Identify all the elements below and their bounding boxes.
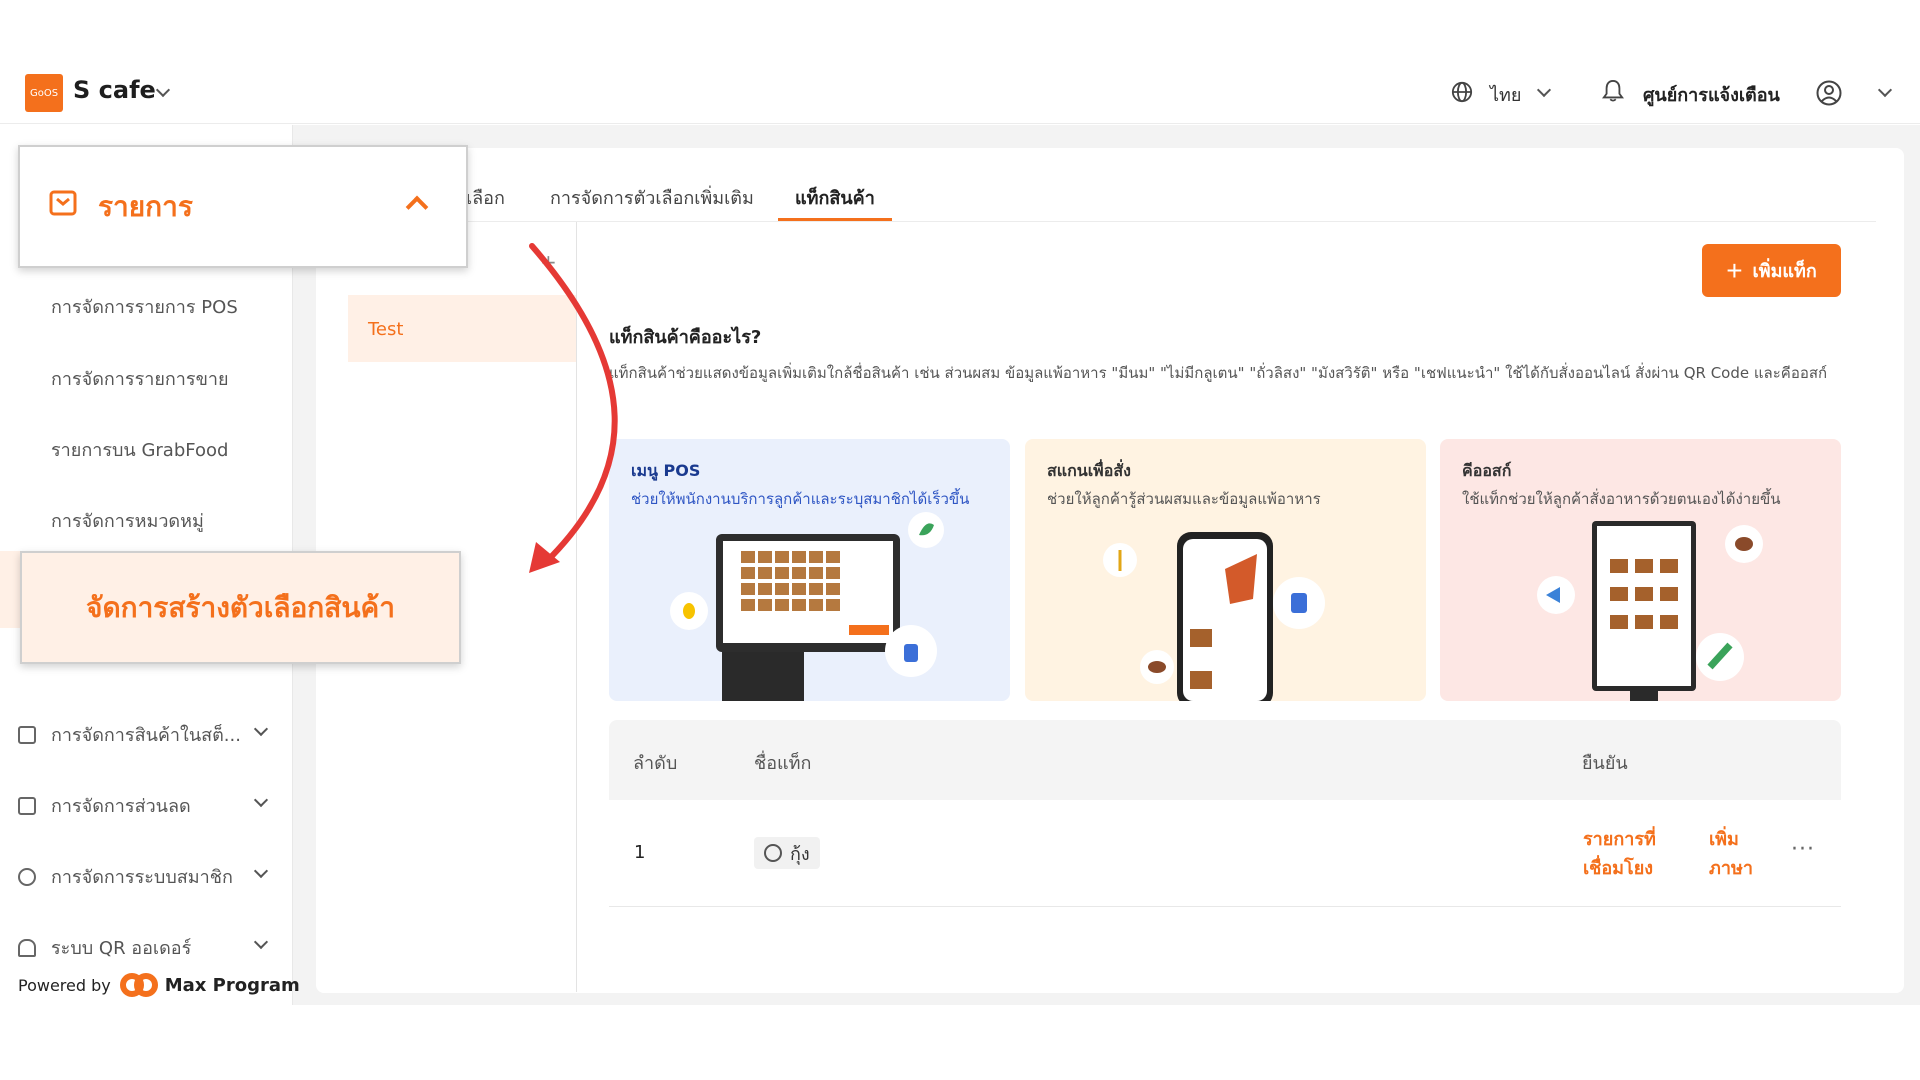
list-item[interactable]: Test [348, 295, 576, 362]
column-header-index: ลำดับ [633, 753, 678, 774]
card-title: คีออสก์ [1462, 461, 1512, 480]
language-selector[interactable]: ไทย [1490, 80, 1521, 109]
tab-extra-options[interactable]: การจัดการตัวเลือกเพิ่มเติม [550, 183, 754, 212]
info-description: แท็กสินค้าช่วยแสดงข้อมูลเพิ่มเติมใกล้ชื่… [609, 364, 1828, 382]
card-title: สแกนเพื่อสั่ง [1047, 461, 1131, 480]
card-description: ช่วยให้พนักงานบริการลูกค้าและระบุสมาชิกไ… [631, 490, 970, 508]
tag-chip: กุ้ง [754, 837, 820, 869]
sidebar-group-label: การจัดการสินค้าในสต็... [51, 725, 241, 746]
info-title: แท็กสินค้าคืออะไร? [609, 327, 762, 348]
link-line: ภาษา [1709, 858, 1753, 879]
chevron-down-icon[interactable] [155, 82, 171, 98]
card-title: เมนู POS [631, 461, 701, 480]
user-icon[interactable] [1816, 80, 1842, 106]
coupon-icon [18, 796, 36, 815]
chevron-down-icon[interactable] [1536, 82, 1552, 98]
sidebar-group-label: การจัดการส่วนลด [51, 796, 191, 817]
card-description: ช่วยให้ลูกค้ารู้ส่วนผสมและข้อมูลแพ้อาหาร [1047, 490, 1321, 508]
link-line: เชื่อมโยง [1583, 858, 1654, 879]
active-tab-indicator [778, 218, 892, 221]
powered-by-label: Powered by [18, 975, 111, 995]
row-index: 1 [634, 842, 646, 863]
sidebar-group-stock[interactable]: การจัดการสินค้าในสต็... [18, 720, 241, 749]
callout-menu-label: รายการ [98, 190, 193, 223]
feature-card-pos: เมนู POS ช่วยให้พนักงานบริการลูกค้าและระ… [609, 439, 1010, 701]
add-tag-button-label: เพิ่มแท็ก [1752, 261, 1817, 281]
add-tag-button[interactable]: + เพิ่มแท็ก [1702, 244, 1841, 297]
brand-name: Max Program [164, 974, 300, 996]
column-header-tag-name: ชื่อแท็ก [754, 753, 812, 774]
tab-product-tags[interactable]: แท็กสินค้า [795, 183, 875, 212]
sidebar-group-label: การจัดการระบบสมาชิก [51, 867, 233, 888]
add-list-icon[interactable]: + [540, 250, 557, 274]
callout-option-label: จัดการสร้างตัวเลือกสินค้า [86, 590, 395, 624]
top-header: GoOS S cafe ไทย ศูนย์การแจ้งเตือน [0, 62, 1920, 124]
link-line: เพิ่ม [1709, 829, 1739, 850]
list-divider [576, 222, 577, 992]
feature-card-scan-to-order: สแกนเพื่อสั่ง ช่วยให้ลูกค้ารู้ส่วนผสมและ… [1025, 439, 1426, 701]
sidebar-item-grabfood[interactable]: รายการบน GrabFood [51, 435, 228, 464]
menu-box-icon [49, 190, 77, 216]
service-bell-icon [18, 938, 36, 957]
chevron-down-icon[interactable] [1877, 82, 1893, 98]
linked-items-link[interactable]: รายการที่ เชื่อมโยง [1583, 825, 1656, 883]
tabs-divider [316, 221, 1876, 222]
more-actions-icon[interactable]: ··· [1791, 837, 1815, 862]
more-circle-icon [764, 844, 782, 862]
tag-chip-label: กุ้ง [790, 843, 810, 865]
powered-by: Powered by Max Program [18, 972, 300, 998]
card-description: ใช้แท็กช่วยให้ลูกค้าสั่งอาหารด้วยตนเองได… [1462, 490, 1781, 508]
notification-center-link[interactable]: ศูนย์การแจ้งเตือน [1643, 80, 1780, 109]
plus-icon: + [1726, 254, 1743, 286]
sidebar-active-indicator [0, 551, 20, 628]
sidebar-group-qr-order[interactable]: ระบบ QR ออเดอร์ [18, 933, 191, 962]
feature-card-kiosk: คีออสก์ ใช้แท็กช่วยให้ลูกค้าสั่งอาหารด้ว… [1440, 439, 1841, 701]
table-header: ลำดับ ชื่อแท็ก ยืนยัน [609, 720, 1841, 800]
sidebar-item-sales-menu[interactable]: การจัดการรายการขาย [51, 364, 229, 393]
callout-option-management[interactable]: จัดการสร้างตัวเลือกสินค้า [20, 551, 461, 664]
app-logo: GoOS [25, 74, 63, 112]
globe-icon[interactable] [1451, 81, 1473, 103]
shop-name[interactable]: S cafe [73, 76, 156, 104]
sidebar-item-pos-menu[interactable]: การจัดการรายการ POS [51, 292, 238, 321]
sidebar-group-label: ระบบ QR ออเดอร์ [51, 938, 192, 959]
bell-icon[interactable] [1602, 79, 1624, 103]
chevron-up-icon [405, 195, 429, 219]
warehouse-icon [18, 725, 36, 744]
link-line: รายการที่ [1583, 829, 1656, 850]
app-logo-text: GoOS [29, 87, 59, 99]
sidebar-item-categories[interactable]: การจัดการหมวดหมู่ [51, 506, 204, 535]
column-header-confirm: ยืนยัน [1582, 753, 1628, 774]
add-language-link[interactable]: เพิ่ม ภาษา [1709, 825, 1753, 883]
tab-options[interactable]: เลือก [466, 183, 505, 212]
member-icon [18, 867, 36, 886]
sidebar-group-membership[interactable]: การจัดการระบบสมาชิก [18, 862, 233, 891]
max-program-logo-icon [119, 973, 158, 997]
table-row: 1 กุ้ง รายการที่ เชื่อมโยง เพิ่ม ภาษา ··… [609, 800, 1841, 907]
sidebar-group-discount[interactable]: การจัดการส่วนลด [18, 791, 191, 820]
callout-menu[interactable]: รายการ [18, 145, 468, 268]
list-item-label: Test [368, 319, 404, 340]
